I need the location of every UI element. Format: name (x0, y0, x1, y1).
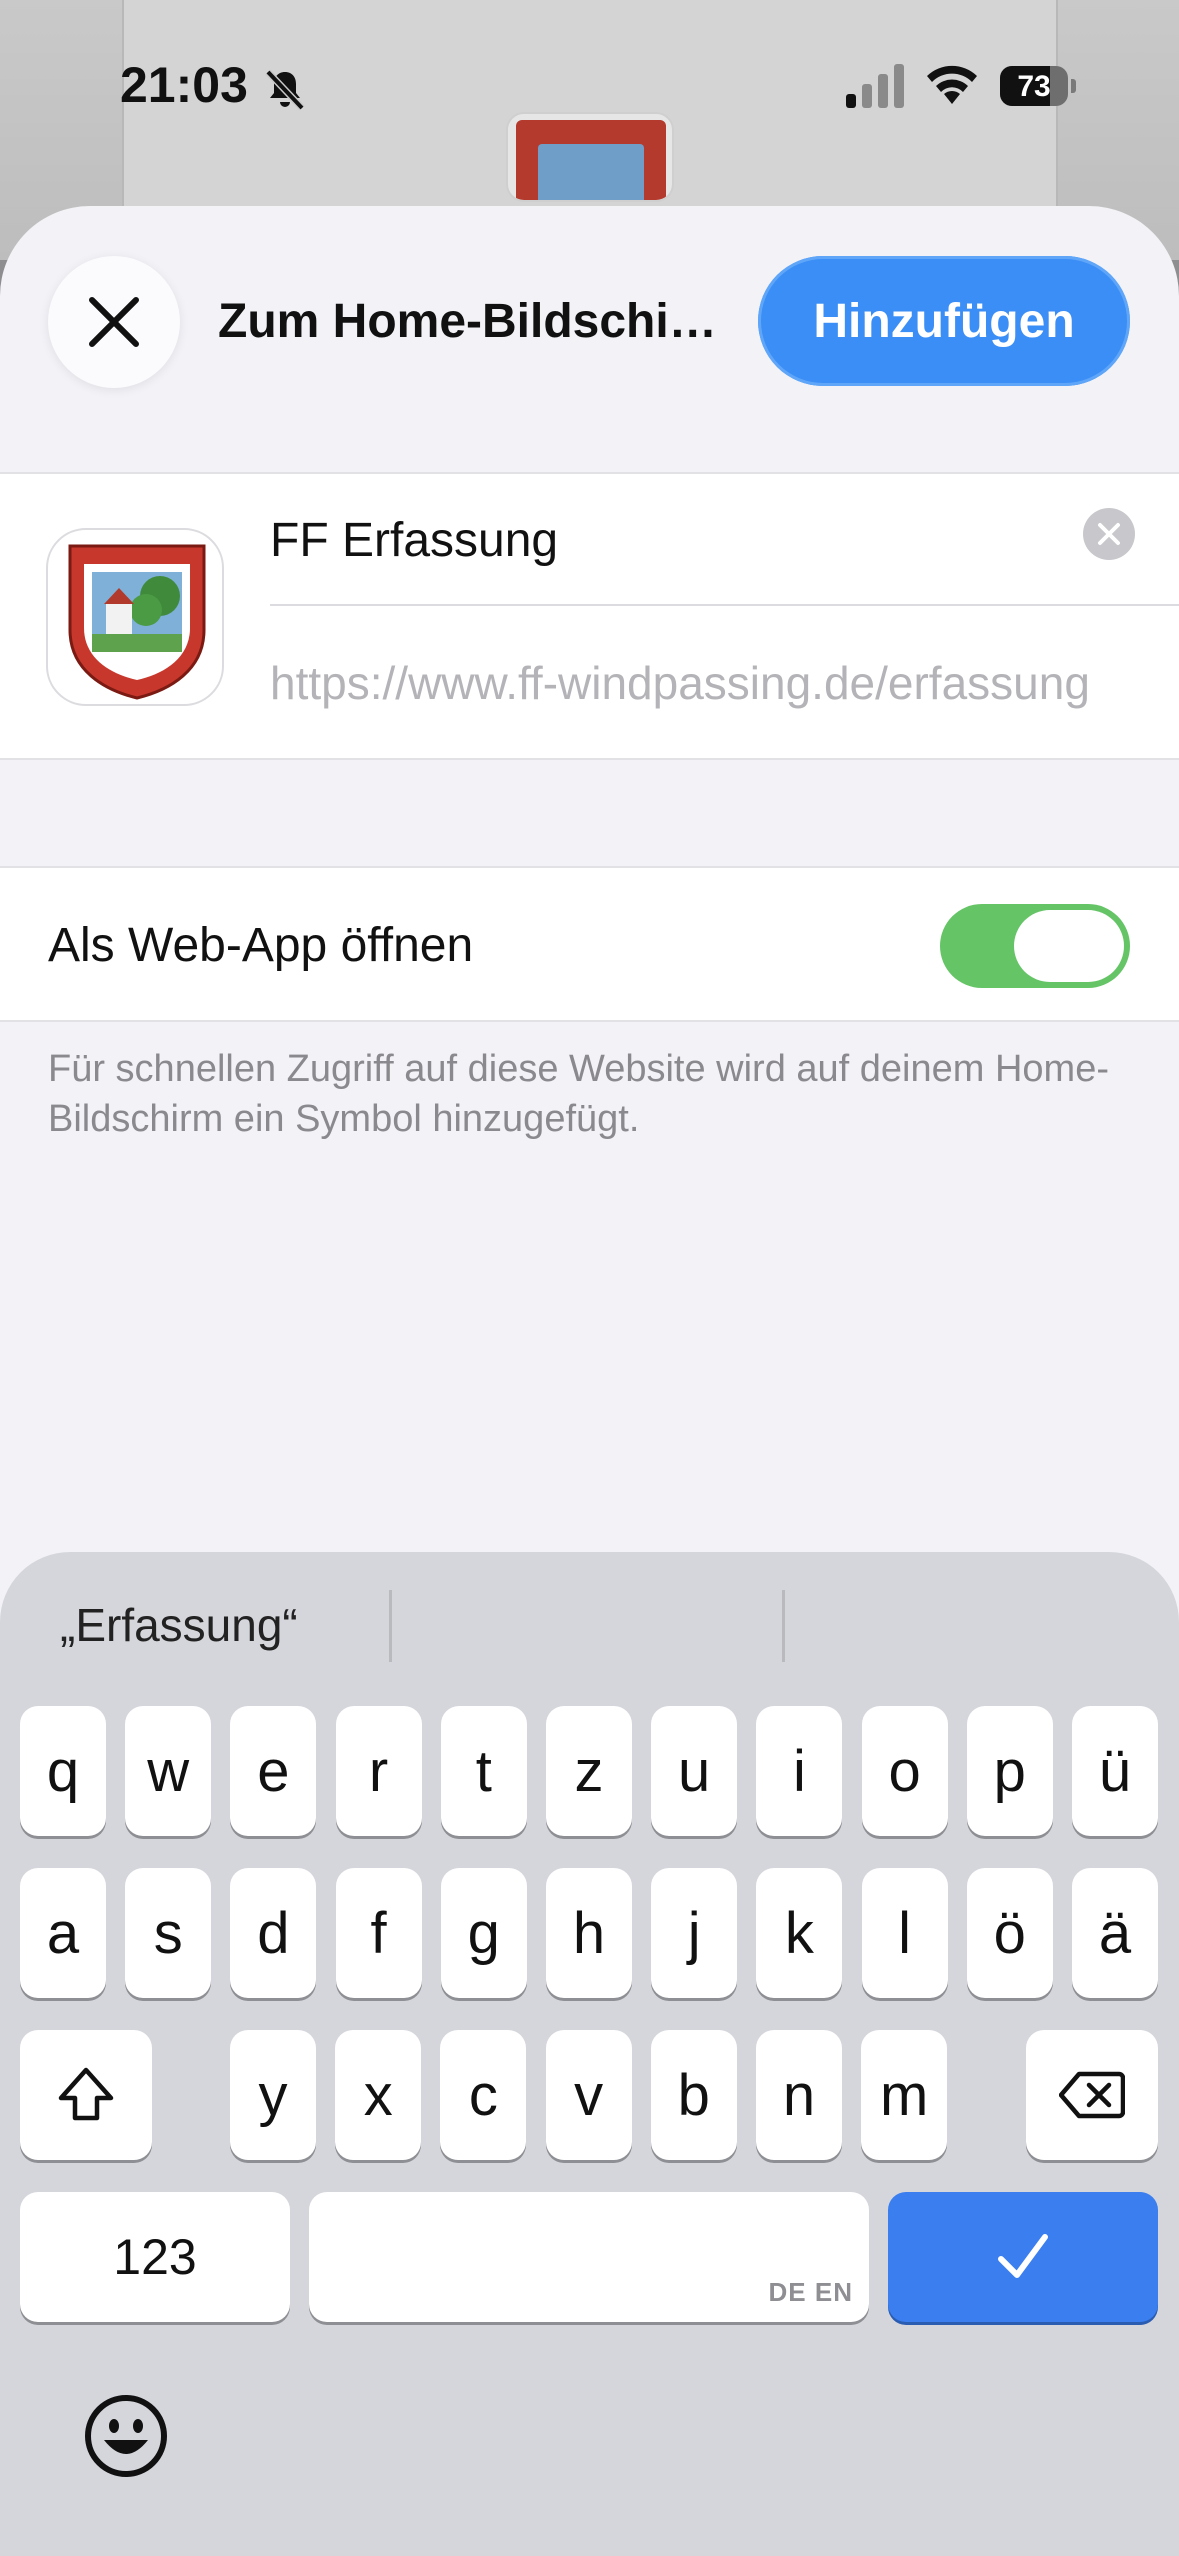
web-app-label: Als Web-App öffnen (48, 919, 474, 972)
key-h[interactable]: h (546, 1868, 632, 1998)
bookmark-info-card: https://www.ff-windpassing.de/erfassung (0, 472, 1179, 760)
keyboard: „Erfassung“ qwertzuiopü asdfghjklöä yxcvbn… (0, 1552, 1179, 2556)
key-a[interactable]: a (20, 1868, 106, 1998)
key-f[interactable]: f (335, 1868, 422, 1998)
sheet-title: Zum Home-Bildschirm (218, 295, 728, 348)
clear-icon (1098, 523, 1120, 545)
key-m[interactable]: m (861, 2030, 948, 2160)
key-i[interactable]: i (756, 1706, 843, 1836)
key-l[interactable]: l (861, 1868, 948, 1998)
site-icon (46, 528, 224, 706)
web-app-toggle[interactable] (940, 904, 1130, 988)
battery-indicator: 73 (1000, 66, 1076, 106)
done-key[interactable] (888, 2192, 1158, 2322)
web-app-row: Als Web-App öffnen (0, 866, 1179, 1022)
shift-icon (58, 2067, 114, 2121)
suggestion-divider (389, 1590, 392, 1662)
key-ü[interactable]: ü (1072, 1706, 1158, 1836)
field-divider (270, 604, 1179, 606)
wifi-icon (927, 65, 977, 104)
key-z[interactable]: z (546, 1706, 632, 1836)
shift-key[interactable] (20, 2030, 152, 2160)
key-k[interactable]: k (756, 1868, 843, 1998)
status-time: 21:03 (120, 57, 248, 113)
key-x[interactable]: x (335, 2030, 422, 2160)
status-bar: 21:03 73 (0, 0, 1179, 160)
close-button[interactable] (48, 256, 180, 388)
suggestion-1[interactable]: „Erfassung“ (60, 1598, 298, 1652)
space-key[interactable]: DE EN (309, 2192, 869, 2322)
key-v[interactable]: v (545, 2030, 632, 2160)
key-t[interactable]: t (440, 1706, 527, 1836)
key-j[interactable]: j (651, 1868, 738, 1998)
silent-bell-icon (265, 69, 305, 111)
fire-brigade-shield-icon (68, 544, 206, 700)
checkmark-icon (998, 2234, 1048, 2278)
battery-percent: 73 (1017, 70, 1051, 103)
bookmark-url: https://www.ff-windpassing.de/erfassung (270, 657, 1090, 709)
key-y[interactable]: y (230, 2030, 316, 2160)
add-button[interactable]: Hinzufügen (758, 256, 1130, 386)
key-d[interactable]: d (230, 1868, 317, 1998)
backspace-icon (1059, 2071, 1125, 2119)
backspace-key[interactable] (1026, 2030, 1158, 2160)
key-c[interactable]: c (440, 2030, 527, 2160)
key-u[interactable]: u (651, 1706, 738, 1836)
key-ä[interactable]: ä (1072, 1868, 1158, 1998)
key-g[interactable]: g (440, 1868, 527, 1998)
numbers-key[interactable]: 123 (20, 2192, 290, 2322)
key-e[interactable]: e (230, 1706, 317, 1836)
toggle-knob (1014, 910, 1124, 982)
close-icon (89, 297, 139, 347)
key-o[interactable]: o (861, 1706, 948, 1836)
suggestion-divider (782, 1590, 785, 1662)
key-n[interactable]: n (756, 2030, 842, 2160)
bookmark-name-input[interactable] (270, 510, 1070, 570)
key-w[interactable]: w (125, 1706, 212, 1836)
key-ö[interactable]: ö (966, 1868, 1053, 1998)
key-b[interactable]: b (650, 2030, 737, 2160)
cellular-signal-icon (846, 64, 904, 108)
clear-text-button[interactable] (1083, 508, 1135, 560)
footnote-text: Für schnellen Zugriff auf diese Website … (48, 1048, 1109, 1140)
key-q[interactable]: q (20, 1706, 106, 1836)
key-r[interactable]: r (335, 1706, 422, 1836)
emoji-icon[interactable] (84, 2394, 168, 2478)
space-language-hint: DE EN (768, 2277, 853, 2307)
key-p[interactable]: p (966, 1706, 1053, 1836)
key-s[interactable]: s (125, 1868, 212, 1998)
